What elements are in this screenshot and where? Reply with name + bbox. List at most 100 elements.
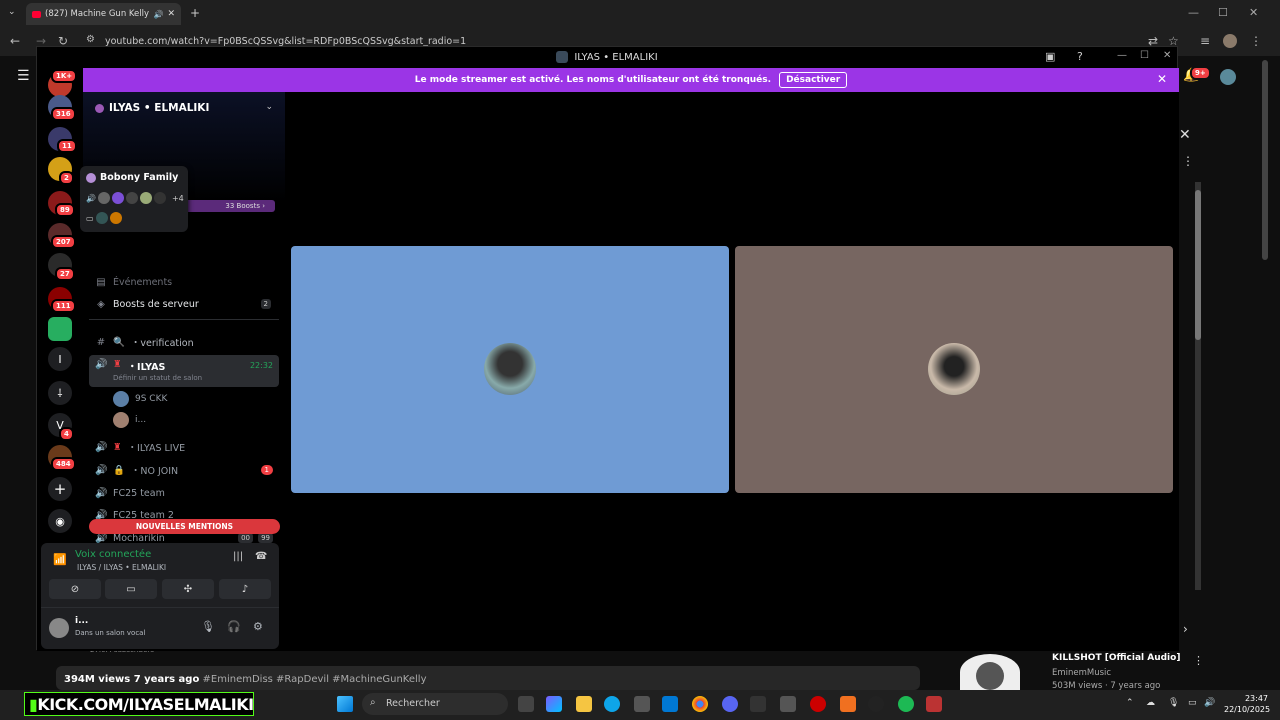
voice-user[interactable]: 9S CKK (113, 391, 167, 407)
channel-no-join[interactable]: 🔊 🔒 ・NO JOIN 1 (89, 460, 279, 480)
discover-icon[interactable]: ◉ (48, 509, 72, 533)
record-icon[interactable] (810, 696, 826, 712)
settings-icon[interactable]: ⚙ (253, 620, 263, 633)
guild-icon (95, 103, 104, 113)
signal-icon[interactable]: 📶 (53, 553, 67, 566)
chrome-menu-icon[interactable]: ⋮ (1250, 34, 1262, 48)
server-icon-8[interactable] (48, 317, 72, 341)
cloud-icon[interactable]: ☁ (1146, 698, 1155, 708)
recommended-title[interactable]: KILLSHOT [Official Audio] (1052, 653, 1180, 663)
new-tab-button[interactable]: + (190, 6, 200, 20)
copilot-icon[interactable] (546, 696, 562, 712)
add-server-icon[interactable]: + (48, 477, 72, 501)
camera-off-button[interactable]: ⊘ (49, 579, 101, 599)
server-icon-i[interactable]: I (48, 347, 72, 371)
discord-icon[interactable] (722, 696, 738, 712)
mic-tray-icon[interactable]: 🎙 (1168, 698, 1179, 708)
views-line: 394M views 7 years ago (64, 674, 200, 685)
site-info-icon[interactable]: ⚙ (86, 34, 95, 45)
channel-boosts[interactable]: ◈ Boosts de serveur 2 (89, 294, 279, 314)
banner-close-icon[interactable]: ✕ (1157, 72, 1167, 86)
game-icon[interactable] (780, 696, 796, 712)
dc-minimize-icon[interactable]: — (1117, 50, 1127, 61)
app-icon[interactable] (750, 696, 766, 712)
siren-icon: ♜ (113, 441, 122, 453)
yt-scroll-thumb[interactable] (1195, 190, 1201, 340)
clock[interactable]: 23:47 22/10/2025 (1224, 693, 1270, 715)
hashtags[interactable]: #EminemDiss #RapDevil #MachineGunKelly (203, 674, 427, 685)
activities-button[interactable]: ✣ (162, 579, 214, 599)
chevron-down-icon[interactable]: ⌄ (265, 102, 273, 112)
store-icon[interactable] (634, 696, 650, 712)
task-view-icon[interactable] (518, 696, 534, 712)
outlook-icon[interactable] (662, 696, 678, 712)
disable-streamer-button[interactable]: Désactiver (779, 72, 848, 88)
participant-tile[interactable] (291, 246, 729, 493)
headphones-icon[interactable]: 🎧 (227, 620, 241, 633)
maximize-icon[interactable]: ☐ (1218, 6, 1228, 19)
server-icon-dagger[interactable]: ⸸ (48, 381, 72, 405)
page-scrollbar[interactable] (1262, 60, 1268, 260)
chrome-icon[interactable] (692, 696, 708, 712)
help-icon[interactable]: ? (1077, 50, 1083, 63)
network-icon[interactable]: ▭ (1188, 698, 1197, 708)
new-mentions-button[interactable]: NOUVELLES MENTIONS (89, 519, 280, 534)
dc-maximize-icon[interactable]: ☐ (1140, 50, 1149, 61)
recommended-thumbnail[interactable] (960, 654, 1020, 690)
voice-user[interactable]: i... (113, 412, 146, 428)
tab-audio-icon[interactable]: 🔊 (153, 10, 163, 19)
yt-more-icon[interactable]: ⋮ (1182, 154, 1194, 168)
windows-start-icon[interactable] (337, 696, 353, 712)
popout-voice-row[interactable]: 🔊 +4 (86, 192, 184, 204)
channel-ilyas-live[interactable]: 🔊 ♜ ・ILYAS LIVE (89, 437, 279, 457)
search-icon: ⌕ (370, 697, 376, 708)
yt-avatar[interactable] (1220, 69, 1236, 85)
inbox-icon[interactable]: ▣ (1045, 50, 1055, 63)
rec-more-icon[interactable]: ⋮ (1193, 654, 1204, 667)
volume-icon[interactable]: 🔊 (1204, 698, 1215, 708)
streamer-mode-text: Le mode streamer est activé. Les noms d'… (414, 75, 772, 85)
app-k-icon[interactable] (868, 696, 884, 712)
popout-stream-row[interactable]: ▭ (86, 212, 122, 224)
tray-chevron-icon[interactable]: ⌃ (1126, 698, 1134, 708)
tab-close-icon[interactable]: ✕ (167, 9, 175, 19)
profile-avatar[interactable] (1223, 34, 1237, 48)
server-badge: 27 (55, 267, 75, 281)
channel-fc25[interactable]: 🔊 FC25 team (89, 483, 279, 503)
dc-close-icon[interactable]: ✕ (1163, 50, 1171, 61)
tab-search-icon[interactable]: ⌄ (8, 7, 16, 17)
minimize-icon[interactable]: — (1188, 6, 1199, 19)
participant-tile[interactable] (735, 246, 1173, 493)
taskbar-search[interactable]: ⌕ Rechercher (362, 693, 508, 715)
disconnect-icon[interactable]: ☎ (255, 551, 267, 562)
channel-verification[interactable]: # 🔍 ・verification (89, 332, 279, 352)
noise-suppression-icon[interactable]: ||| (233, 551, 243, 562)
avatar[interactable] (49, 618, 69, 638)
recommended-channel[interactable]: EminemMusic (1052, 668, 1111, 678)
channel-events[interactable]: ▤ Événements (89, 272, 279, 292)
screen-share-button[interactable]: ▭ (105, 579, 157, 599)
guild-name[interactable]: ILYAS • ELMALIKI (95, 102, 209, 114)
app-stream-icon[interactable] (926, 696, 942, 712)
edge-icon[interactable] (604, 696, 620, 712)
file-explorer-icon[interactable] (576, 696, 592, 712)
spotify-icon[interactable] (898, 696, 914, 712)
video-description[interactable]: 394M views 7 years ago #EminemDiss #RapD… (56, 666, 920, 690)
speaker-icon: 🔊 (95, 532, 108, 544)
mic-icon[interactable]: 🎙 (201, 620, 215, 633)
soundboard-button[interactable]: ♪ (219, 579, 271, 599)
close-icon[interactable]: ✕ (1249, 6, 1258, 19)
back-icon[interactable]: ← (10, 34, 20, 48)
voice-location[interactable]: ILYAS / ILYAS • ELMALIKI (77, 563, 166, 572)
yt-close-icon[interactable]: ✕ (1179, 127, 1191, 143)
channel-ilyas-voice[interactable]: 🔊 ♜ ・ILYAS 22:32 Définir un statut de sa… (89, 355, 279, 387)
media-icon[interactable]: ≡ (1200, 34, 1210, 48)
username[interactable]: i... (75, 616, 88, 626)
hashtag-icon: # (96, 336, 106, 348)
youtube-menu-icon[interactable]: ☰ (17, 68, 30, 84)
browser-tab-youtube[interactable]: (827) Machine Gun Kelly "R 🔊 ✕ (26, 3, 181, 25)
yt-next-icon[interactable]: › (1183, 622, 1188, 636)
server-voice-popout: Bobony Family 🔊 +4 ▭ (80, 166, 188, 232)
app-a-icon[interactable] (840, 696, 856, 712)
yt-scrollbar[interactable] (1195, 182, 1201, 590)
